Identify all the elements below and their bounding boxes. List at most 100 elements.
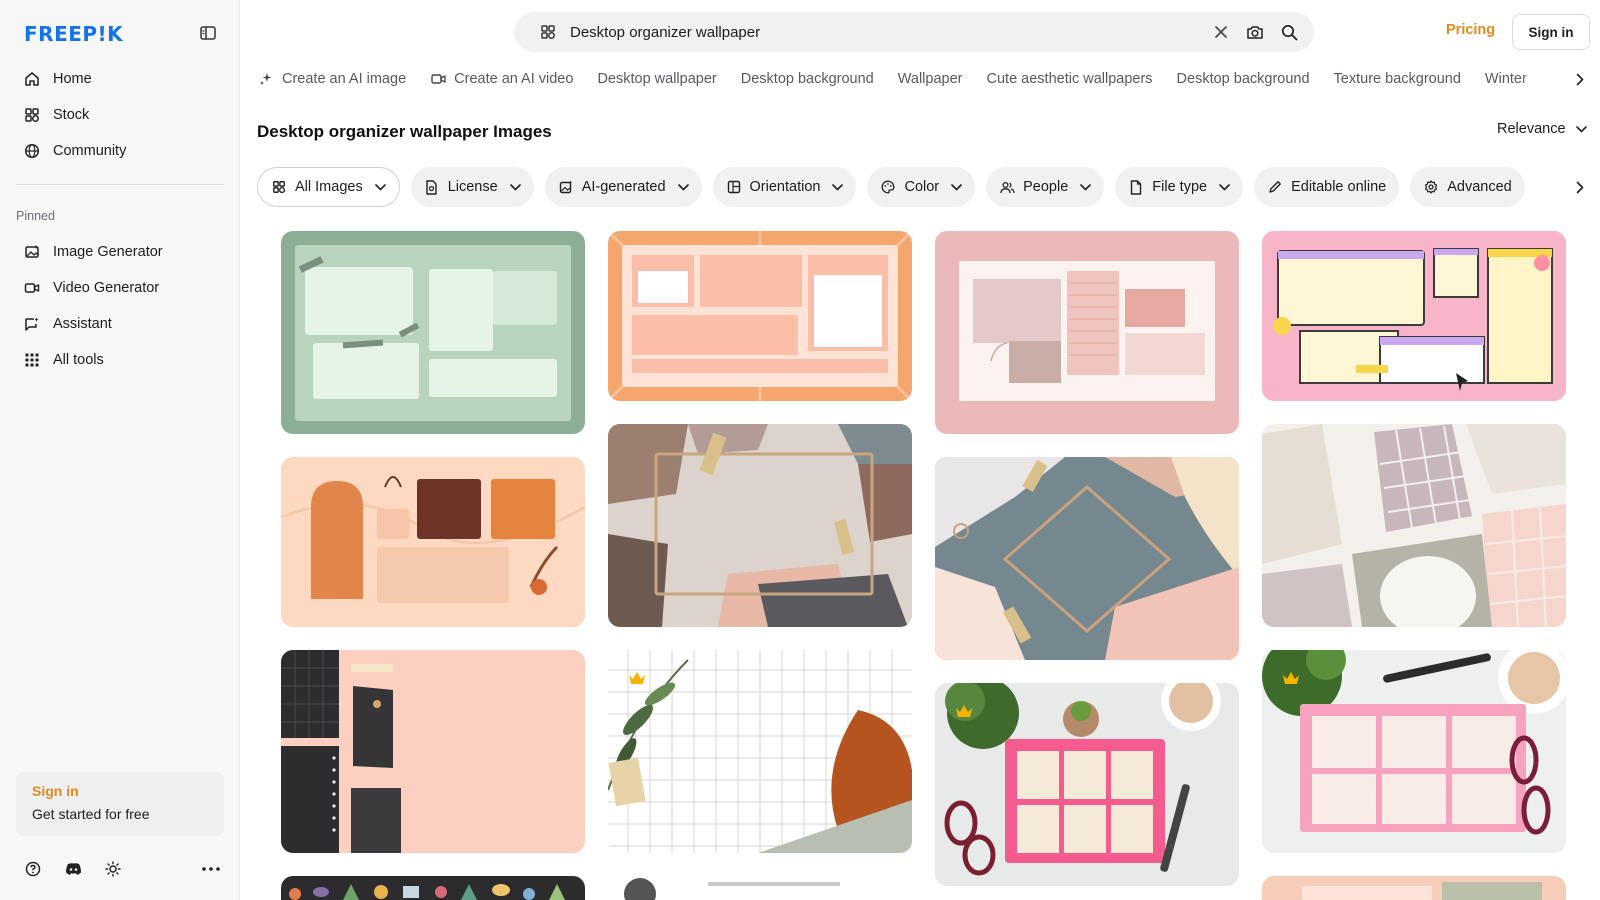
search-type-icon[interactable] [538, 22, 558, 42]
grid-icon [271, 179, 287, 195]
nav-item-all-tools[interactable]: All tools [16, 342, 224, 378]
sidebar-collapse-icon[interactable] [198, 24, 218, 42]
filter-label: Color [904, 179, 940, 195]
image-card[interactable] [1262, 424, 1566, 627]
image-card[interactable] [1262, 650, 1566, 853]
search-bar [514, 12, 1314, 52]
suggestion-create-ai-video[interactable]: Create an AI video [430, 71, 573, 87]
nav-item-label: Video Generator [53, 280, 160, 296]
image-card[interactable] [281, 650, 585, 853]
image-card[interactable] [1262, 876, 1566, 900]
image-card[interactable] [281, 231, 585, 434]
nav-item-home[interactable]: Home [16, 61, 224, 97]
signin-button[interactable]: Sign in [1512, 14, 1590, 50]
thumbnail-beige-grid-papers [1262, 424, 1566, 627]
signin-card[interactable]: Sign in Get started for free [16, 772, 224, 836]
filter-label: All Images [295, 179, 363, 195]
signin-card-title[interactable]: Sign in [32, 783, 208, 799]
suggestion-item[interactable]: Wallpaper [898, 71, 963, 87]
signin-card-subtitle: Get started for free [32, 806, 150, 822]
filter-color[interactable]: Color [867, 167, 976, 207]
filter-orientation[interactable]: Orientation [712, 167, 857, 207]
image-card[interactable] [281, 876, 585, 900]
filter-all-images[interactable]: All Images [257, 167, 400, 207]
pricing-link[interactable]: Pricing [1446, 22, 1495, 38]
chevron-right-icon[interactable] [1572, 70, 1588, 88]
chevron-down-icon [832, 183, 844, 191]
video-generator-icon [23, 279, 41, 297]
image-card[interactable] [608, 424, 912, 627]
image-card[interactable] [608, 876, 912, 900]
thumbnail-boho-organizer [281, 457, 585, 627]
stock-icon [23, 106, 41, 124]
filter-label: Orientation [749, 179, 821, 195]
video-icon [430, 71, 446, 87]
filter-advanced[interactable]: Advanced [1410, 167, 1525, 207]
image-card[interactable] [1262, 231, 1566, 401]
filter-people[interactable]: People [986, 167, 1105, 207]
nav-item-label: Image Generator [53, 244, 163, 260]
filter-file-type[interactable]: File type [1115, 167, 1244, 207]
license-icon [424, 179, 440, 195]
nav-item-assistant[interactable]: Assistant [16, 306, 224, 342]
freepik-logo[interactable]: FREEP!K [24, 22, 123, 46]
image-card[interactable] [935, 457, 1239, 660]
sidebar: FREEP!K Home Stock Community Pinned Imag… [0, 0, 240, 900]
filter-editable-online[interactable]: Editable online [1254, 167, 1400, 207]
suggestion-item[interactable]: Desktop background [741, 71, 874, 87]
thumbnail-blue-diamond-frame [935, 457, 1239, 660]
search-icon[interactable] [1278, 21, 1300, 43]
clear-search-icon[interactable] [1210, 21, 1232, 43]
chevron-down-icon [374, 183, 386, 191]
sidebar-divider [16, 184, 224, 185]
camera-search-icon[interactable] [1244, 21, 1266, 43]
related-searches: Create an AI image Create an AI video De… [258, 68, 1558, 90]
sort-dropdown[interactable]: Relevance [1497, 121, 1587, 137]
nav-item-label: Stock [53, 107, 90, 123]
nav-item-image-generator[interactable]: Image Generator [16, 234, 224, 270]
filter-license[interactable]: License [410, 167, 534, 207]
search-input[interactable] [570, 23, 1198, 41]
thumbnail-peach-stationery [281, 650, 585, 853]
filter-bar: All Images License AI-generated Orientat… [257, 166, 1567, 208]
image-card[interactable] [608, 231, 912, 401]
filter-ai-generated[interactable]: AI-generated [544, 167, 702, 207]
filter-label: Advanced [1447, 179, 1512, 195]
thumbnail-peach-partial [1262, 876, 1566, 900]
image-card[interactable] [935, 231, 1239, 434]
more-options-icon[interactable] [200, 858, 222, 880]
image-card[interactable] [608, 650, 912, 853]
pen-icon [1267, 179, 1283, 195]
suggestion-item[interactable]: Desktop background [1177, 71, 1310, 87]
image-card[interactable] [281, 457, 585, 627]
thumbnail-green-organizer [281, 231, 585, 434]
nav-item-label: All tools [53, 352, 104, 368]
theme-sun-icon[interactable] [102, 858, 124, 880]
chevron-down-icon [677, 183, 689, 191]
page-title: Desktop organizer wallpaper Images [257, 122, 552, 141]
thumbnail-pink-board-desk-2 [1262, 650, 1566, 853]
thumbnail-grid-plant [608, 650, 912, 853]
palette-icon [880, 179, 896, 195]
thumbnail-gray-partial [608, 876, 912, 900]
suggestion-item[interactable]: Texture background [1334, 71, 1461, 87]
filter-label: File type [1152, 179, 1208, 195]
chevron-right-icon[interactable] [1572, 178, 1588, 196]
nav-item-label: Assistant [53, 316, 112, 332]
gear-icon [1423, 179, 1439, 195]
suggestion-label: Create an AI video [454, 71, 574, 87]
suggestion-item[interactable]: Desktop wallpaper [597, 71, 716, 87]
sparkle-icon [258, 71, 274, 87]
help-icon[interactable] [22, 858, 44, 880]
nav-item-community[interactable]: Community [16, 133, 224, 169]
nav-item-label: Home [53, 71, 92, 87]
suggestion-label: Create an AI image [282, 71, 407, 87]
suggestion-item[interactable]: Cute aesthetic wallpapers [987, 71, 1153, 87]
community-icon [23, 142, 41, 160]
chevron-down-icon [951, 183, 962, 191]
discord-icon[interactable] [62, 858, 84, 880]
nav-item-stock[interactable]: Stock [16, 97, 224, 133]
image-card[interactable] [935, 683, 1239, 886]
suggestion-create-ai-image[interactable]: Create an AI image [258, 71, 406, 87]
nav-item-video-generator[interactable]: Video Generator [16, 270, 224, 306]
